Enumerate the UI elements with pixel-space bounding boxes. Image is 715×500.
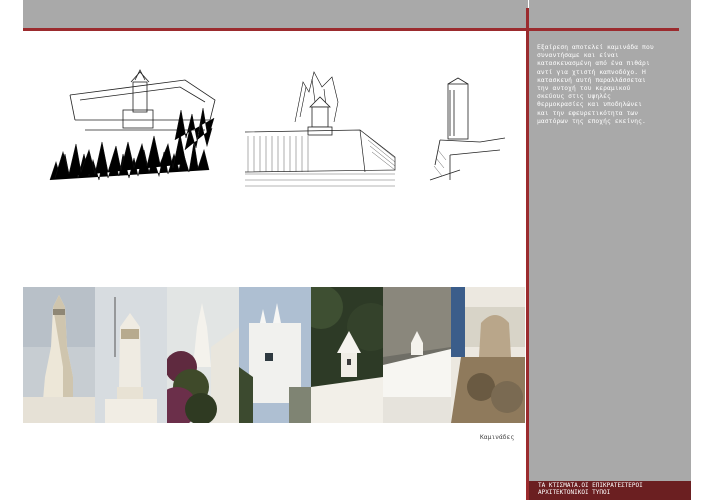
chimney-photo-5 [311,287,383,423]
footer-title: ΤΑ ΚΤΙΣΜΑΤΑ.ΟΙ ΕΠΙΚΡΑΤΕΣΤΕΡΟΙ ΑΡΧΙΤΕΚΤΟΝ… [538,482,643,497]
chimney-photo-2 [95,287,167,423]
chimney-sketch-3 [429,77,506,181]
header-band [23,0,528,31]
photo-caption: Καμινάδες [480,434,515,441]
top-divider [23,28,679,31]
chimney-photo-3 [167,287,239,423]
chimney-photo-6 [383,287,451,423]
chimney-sketch-2 [244,71,396,187]
chimney-photo-4 [239,287,311,423]
chimney-sketch-1 [49,69,216,181]
photo-strip [23,287,525,423]
chimney-photo-1 [23,287,95,423]
sidebar-description: Εξαίρεση αποτελεί καμινάδα που συναντήσα… [537,44,654,125]
vertical-divider [526,8,529,500]
chimney-photo-7 [451,287,525,423]
